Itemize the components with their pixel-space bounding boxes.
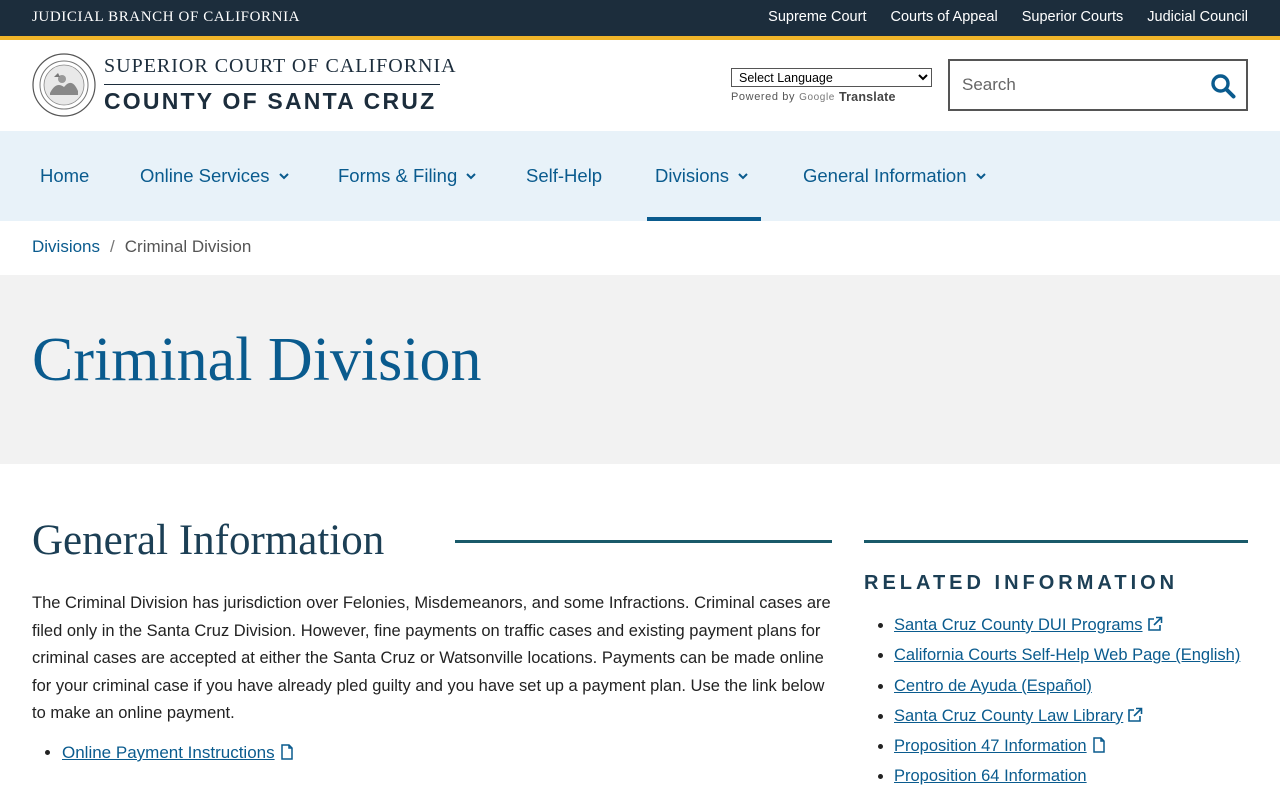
link-label: Santa Cruz County Law Library: [894, 706, 1124, 725]
centro-de-ayuda-link[interactable]: Centro de Ayuda (Español): [894, 677, 1092, 695]
document-icon: [1092, 737, 1105, 753]
nav-item-home[interactable]: Home: [40, 131, 89, 221]
translate-link[interactable]: Translate: [839, 90, 896, 104]
proposition-47-link[interactable]: Proposition 47 Information: [894, 737, 1087, 755]
powered-by-google-translate: Powered by Google Translate: [731, 90, 896, 104]
language-select[interactable]: Select Language: [731, 68, 932, 87]
chevron-down-icon: [738, 173, 748, 180]
dui-programs-link[interactable]: Santa Cruz County DUI Programs: [894, 616, 1143, 634]
self-help-english-link[interactable]: California Courts Self-Help Web Page (En…: [894, 646, 1240, 664]
nav-item-label: Home: [40, 165, 90, 186]
list-item: Online Payment Instructions: [62, 740, 295, 766]
nav-item-self-help[interactable]: Self-Help: [526, 131, 602, 221]
related-links-list: Santa Cruz County DUI Programs Californi…: [894, 610, 1254, 792]
chevron-down-icon: [278, 173, 289, 180]
link-label: Online Payment Instructions: [62, 743, 275, 762]
top-utility-bar: JUDICIAL BRANCH OF CALIFORNIA Supreme Co…: [0, 0, 1280, 36]
law-library-link[interactable]: Santa Cruz County Law Library: [894, 707, 1123, 725]
google-logo-text: Google: [799, 91, 835, 103]
nav-item-label: General Information: [803, 165, 967, 186]
nav-item-label: Online Services: [140, 165, 270, 186]
nav-item-forms-filing[interactable]: Forms & Filing: [338, 131, 477, 221]
top-link-superior-courts[interactable]: Superior Courts: [1022, 9, 1124, 25]
list-item: California Courts Self-Help Web Page (En…: [894, 640, 1254, 670]
site-header: SUPERIOR COURT OF CALIFORNIA COUNTY OF S…: [0, 40, 1280, 132]
chevron-down-icon: [975, 173, 986, 180]
breadcrumb: Divisions / Criminal Division: [32, 237, 251, 257]
list-item: Centro de Ayuda (Español): [894, 671, 1254, 701]
sidebar-divider: [864, 540, 1248, 543]
nav-item-label: Divisions: [655, 165, 730, 186]
court-name-line2[interactable]: COUNTY OF SANTA CRUZ: [104, 88, 436, 115]
nav-item-general-information[interactable]: General Information: [803, 131, 987, 221]
external-link-icon: [1128, 707, 1143, 722]
proposition-64-link[interactable]: Proposition 64 Information: [894, 767, 1087, 785]
nav-item-label: Self-Help: [526, 165, 603, 186]
search-box: [948, 59, 1248, 111]
list-item: Proposition 64 Information: [894, 761, 1254, 791]
main-link-list: Online Payment Instructions: [62, 740, 295, 766]
powered-by-label: Powered by: [731, 91, 796, 103]
link-label: California Courts Self-Help Web Page (En…: [894, 646, 1241, 665]
link-label: Santa Cruz County DUI Programs: [894, 616, 1143, 634]
document-icon: [280, 744, 293, 760]
related-information-title: RELATED INFORMATION: [864, 572, 1179, 594]
external-link-icon: [1147, 616, 1162, 631]
online-payment-instructions-link[interactable]: Online Payment Instructions: [62, 743, 275, 762]
court-seal-icon[interactable]: [32, 53, 96, 117]
search-icon[interactable]: [1210, 73, 1236, 99]
chevron-down-icon: [466, 173, 476, 180]
body-paragraph: The Criminal Division has jurisdiction o…: [32, 594, 831, 722]
judicial-branch-label: JUDICIAL BRANCH OF CALIFORNIA: [32, 9, 301, 25]
breadcrumb-separator: /: [110, 237, 115, 256]
court-name-divider: [104, 84, 440, 85]
search-input[interactable]: [962, 73, 1192, 97]
breadcrumb-current: Criminal Division: [124, 237, 252, 256]
court-name-line1: SUPERIOR COURT OF CALIFORNIA: [104, 55, 457, 77]
link-label: Centro de Ayuda (Español): [894, 676, 1092, 695]
nav-item-divisions[interactable]: Divisions: [646, 131, 762, 221]
top-links: Supreme Court Courts of Appeal Superior …: [768, 9, 1248, 25]
link-label: Proposition 64 Information: [894, 767, 1087, 786]
breadcrumb-divisions-link[interactable]: Divisions: [32, 237, 100, 257]
page-title: Criminal Division: [32, 326, 482, 394]
main-navigation: Home Online Services Forms & Filing Self…: [0, 131, 1280, 221]
nav-item-online-services[interactable]: Online Services: [140, 131, 290, 221]
section-title: General Information: [32, 517, 385, 564]
link-label: Proposition 47 Information: [894, 737, 1087, 756]
nav-item-label: Forms & Filing: [338, 165, 458, 186]
list-item: Santa Cruz County Law Library: [894, 701, 1254, 731]
top-link-judicial-council[interactable]: Judicial Council: [1147, 9, 1248, 25]
top-link-courts-of-appeal[interactable]: Courts of Appeal: [890, 9, 997, 25]
section-divider: [455, 540, 832, 543]
list-item: Proposition 47 Information: [894, 731, 1254, 761]
list-item: Santa Cruz County DUI Programs: [894, 610, 1254, 640]
top-link-supreme-court[interactable]: Supreme Court: [768, 9, 866, 25]
page-hero: Criminal Division: [0, 275, 1280, 464]
